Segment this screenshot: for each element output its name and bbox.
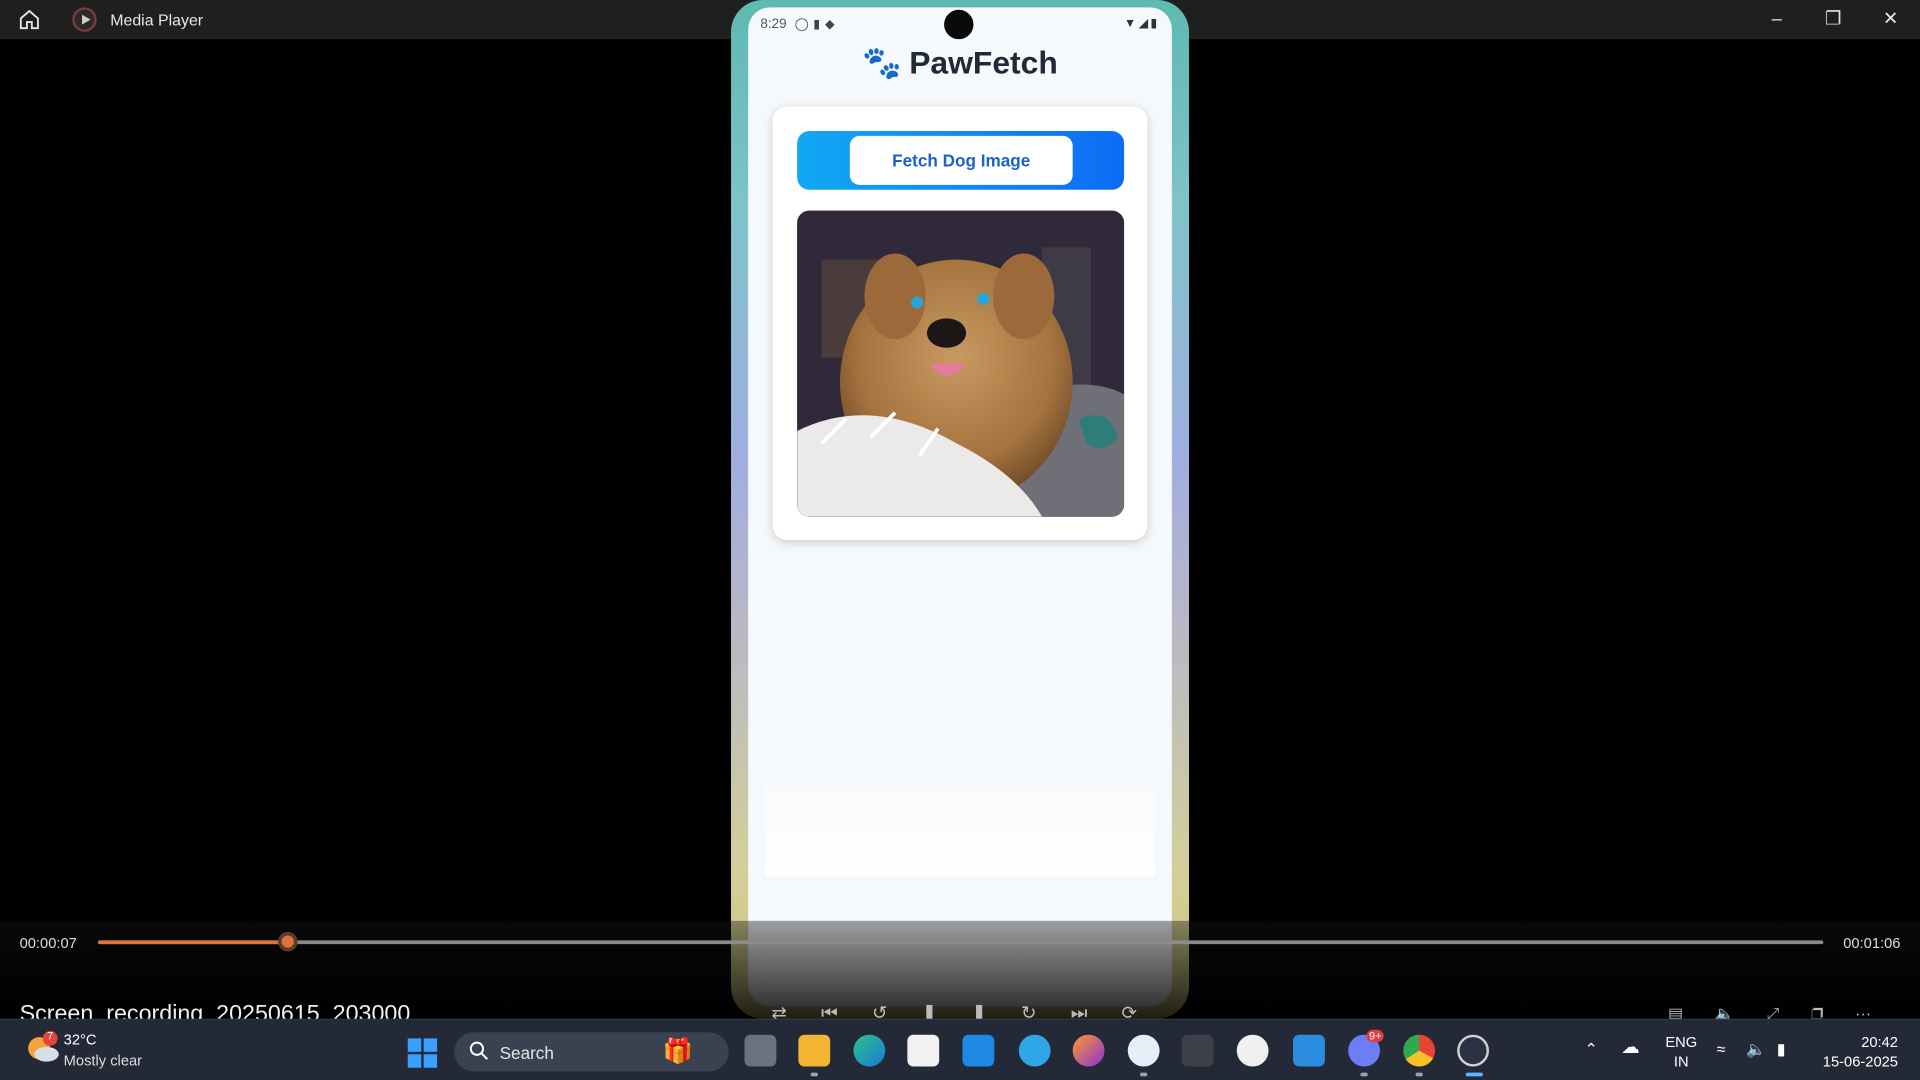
weather-widget-icon[interactable]: 7 — [24, 1030, 61, 1067]
search-highlight-icon: 🎁 — [662, 1038, 693, 1066]
seek-bar-thumb[interactable] — [277, 931, 298, 952]
front-camera — [944, 9, 974, 40]
search-icon — [469, 1041, 489, 1060]
start-button[interactable] — [407, 1038, 438, 1068]
battery-icon[interactable]: ▮ — [1777, 1040, 1786, 1060]
app-title: 🐾 PawFetch — [748, 44, 1172, 82]
window-title: Media Player — [110, 11, 204, 30]
media-player-app-icon — [72, 7, 97, 32]
phone-screen: 8:29 ◯▮◆ ▼◢▮ 🐾 PawFetch Fetch Dog Image — [748, 7, 1172, 1007]
seek-bar-progress — [97, 940, 288, 945]
total-time: 00:01:06 — [1843, 934, 1901, 952]
seek-bar[interactable] — [97, 931, 1824, 952]
dog-photo-drawing — [797, 210, 1125, 517]
current-time: 00:00:07 — [19, 934, 77, 952]
volume-tray-icon[interactable]: 🔈 — [1746, 1040, 1766, 1060]
wifi-icon[interactable]: ≈ — [1717, 1040, 1726, 1058]
myhp-icon[interactable] — [962, 1034, 995, 1067]
onedrive-cloud-icon[interactable]: ☁ — [1621, 1036, 1639, 1058]
restore-button[interactable]: ❐ — [1815, 5, 1852, 34]
chrome-running-indicator — [1415, 1072, 1423, 1077]
language-secondary: IN — [1673, 1053, 1689, 1071]
discord-badge: 9+ — [1366, 1029, 1385, 1043]
help-icon[interactable] — [1018, 1034, 1051, 1067]
chrome-icon[interactable] — [1403, 1034, 1436, 1067]
language-primary: ENG — [1665, 1033, 1698, 1051]
status-signal-battery-icons: ▼◢▮ — [1123, 17, 1160, 31]
github-desktop-icon[interactable] — [1236, 1034, 1269, 1067]
vscode-icon[interactable] — [1293, 1034, 1325, 1067]
show-hidden-icons-chevron-icon[interactable]: ⌃ — [1585, 1040, 1598, 1060]
fetch-dog-image-button[interactable]: Fetch Dog Image — [849, 135, 1073, 185]
edge-browser-icon[interactable] — [853, 1034, 886, 1067]
status-notification-icons: ◯▮◆ — [794, 18, 840, 32]
android-studio-running-indicator — [1140, 1072, 1148, 1077]
firefox-icon[interactable] — [1072, 1034, 1105, 1067]
weather-badge: 7 — [47, 1029, 54, 1043]
screen-blank-area — [765, 766, 1155, 877]
search-label: Search — [499, 1043, 554, 1063]
task-view-icon[interactable] — [744, 1034, 777, 1067]
weather-temp[interactable]: 32°C — [64, 1031, 97, 1048]
clock-date: 15-06-2025 — [1822, 1053, 1898, 1071]
playback-controls-bar: 00:00:07 00:01:06 Screen_recording_20250… — [0, 920, 1920, 1027]
minimize-button[interactable]: – — [1758, 5, 1795, 34]
clock-time: 20:42 — [1861, 1033, 1898, 1051]
weather-description[interactable]: Mostly clear — [64, 1052, 142, 1069]
taskbar-search[interactable]: Search 🎁 — [454, 1032, 729, 1072]
close-button[interactable]: ✕ — [1872, 5, 1909, 34]
phone-frame: 8:29 ◯▮◆ ▼◢▮ 🐾 PawFetch Fetch Dog Image — [731, 0, 1189, 1019]
dog-image — [797, 210, 1125, 517]
dog-card: Fetch Dog Image — [772, 106, 1148, 541]
microsoft-store-icon[interactable] — [907, 1034, 940, 1067]
terminal-icon[interactable] — [1181, 1034, 1214, 1067]
clock[interactable]: 20:42 15-06-2025 — [1823, 1032, 1898, 1071]
media-player-active-indicator — [1465, 1072, 1483, 1077]
media-player-taskbar-icon[interactable] — [1457, 1034, 1489, 1067]
home-icon[interactable] — [17, 7, 41, 31]
paw-icon: 🐾 — [862, 44, 902, 81]
file-explorer-icon[interactable] — [798, 1034, 831, 1067]
android-studio-icon[interactable] — [1127, 1034, 1160, 1067]
app-title-text: PawFetch — [909, 44, 1058, 81]
fetch-button-container: Fetch Dog Image — [797, 131, 1125, 190]
language-indicator[interactable]: ENG IN — [1665, 1032, 1697, 1071]
phone-status-time: 8:29 — [760, 17, 787, 32]
file-explorer-running-indicator — [810, 1072, 818, 1077]
discord-running-indicator — [1360, 1072, 1368, 1077]
desktop: Media Player – ❐ ✕ 8:29 ◯▮◆ ▼◢▮ 🐾 PawFetc… — [0, 0, 1920, 1080]
taskbar: 7 32°C Mostly clear Search 🎁 9+ ⌃ ☁ ENG … — [0, 1018, 1920, 1080]
